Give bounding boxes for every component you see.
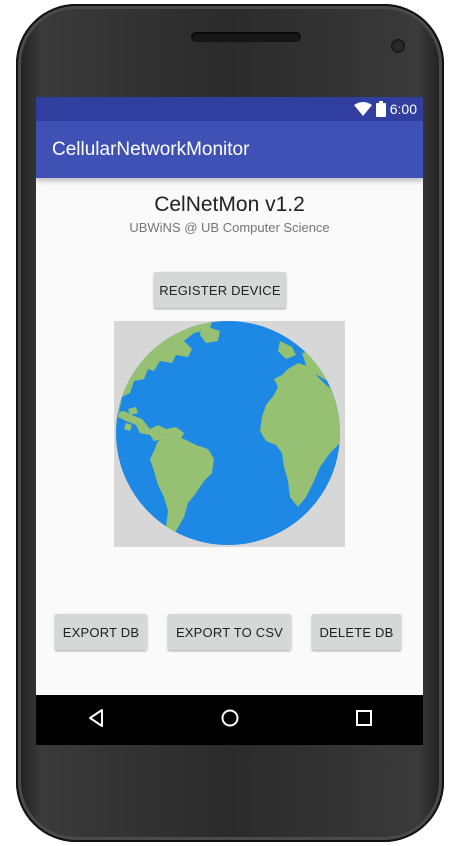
status-bar: 6:00 [36,97,423,121]
wifi-icon [353,102,372,116]
front-camera [391,39,405,53]
export-db-button[interactable]: EXPORT DB [55,614,147,650]
status-time: 6:00 [389,101,417,117]
main-content: CelNetMon v1.2 UBWiNS @ UB Computer Scie… [36,178,423,671]
speaker-grille [191,32,301,42]
app-subtitle: UBWiNS @ UB Computer Science [129,220,330,235]
globe-icon [116,321,340,545]
app-bar: CellularNetworkMonitor [36,121,423,178]
globe-image [114,321,345,547]
navigation-bar [36,695,423,745]
export-to-csv-button[interactable]: EXPORT TO CSV [168,614,291,650]
home-icon[interactable] [220,708,240,728]
delete-db-button[interactable]: DELETE DB [312,614,401,650]
battery-icon [375,101,386,117]
register-device-button[interactable]: REGISTER DEVICE [154,272,286,308]
recents-icon[interactable] [354,708,374,728]
device-screen: 6:00 CellularNetworkMonitor CelNetMon v1… [36,97,423,745]
app-title: CellularNetworkMonitor [52,138,250,160]
back-icon[interactable] [86,708,106,728]
app-version-title: CelNetMon v1.2 [154,193,305,216]
